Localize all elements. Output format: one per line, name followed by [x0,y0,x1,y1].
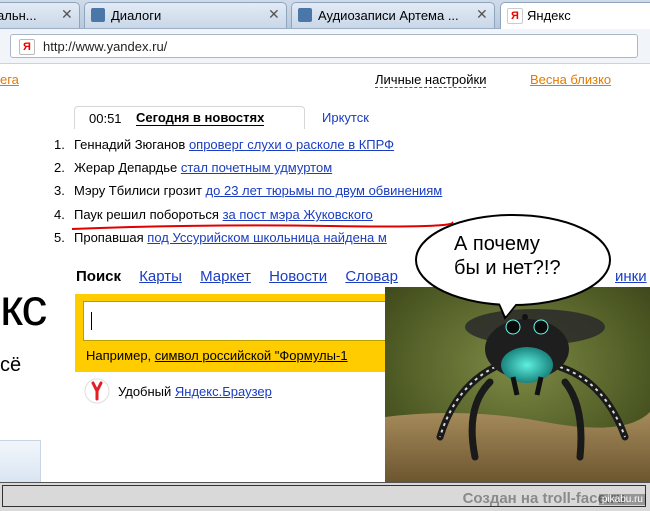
service-link-dictionary[interactable]: Словар [345,268,398,285]
service-link-maps[interactable]: Карты [139,268,182,285]
spider-photo [385,287,650,482]
search-services-nav: Поиск Карты Маркет Новости Словар [76,268,412,285]
side-panel [0,440,41,485]
service-link-news[interactable]: Новости [269,268,327,285]
footer-frame: Создан на troll-face.ru [2,485,646,507]
text-caret [91,312,92,330]
yandex-logo: кс [0,279,47,337]
service-link-images[interactable]: инки [615,268,647,285]
logo-subtitle: сё [0,354,22,376]
example-link[interactable]: символ российской "Формулы-1 [155,348,348,363]
search-example: Например, символ российской "Формулы-1 [86,348,348,363]
browser-promo-link[interactable]: Яндекс.Браузер [175,384,272,399]
speech-bubble-text: А почему бы и нет?!? [454,233,561,279]
service-link-market[interactable]: Маркет [200,268,251,285]
service-search-current: Поиск [76,268,122,285]
browser-promo-text: Удобный [118,384,175,399]
browser-promo: Удобный Яндекс.Браузер [118,384,272,399]
pikabu-watermark: pikabu.ru [598,494,646,505]
meme-footer: Создан на troll-face.ru [0,482,650,511]
yandex-browser-icon [84,378,110,404]
example-prefix: Например, [86,348,155,363]
